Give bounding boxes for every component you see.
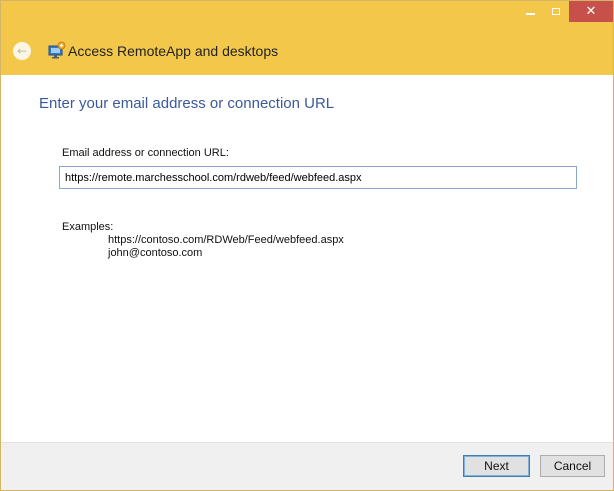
back-arrow-icon: ← <box>16 44 28 58</box>
close-icon: ✕ <box>585 4 597 19</box>
next-button[interactable]: Next <box>463 455 530 477</box>
maximize-icon <box>552 8 560 15</box>
title-bar[interactable]: ✕ <box>1 1 613 30</box>
back-button[interactable]: ← <box>13 42 31 60</box>
minimize-button[interactable] <box>517 1 543 22</box>
example-email: john@contoso.com <box>108 247 203 259</box>
connection-url-input[interactable] <box>59 166 577 189</box>
dialog-footer: Next Cancel <box>1 442 613 490</box>
example-url: https://contoso.com/RDWeb/Feed/webfeed.a… <box>108 234 344 246</box>
remoteapp-icon <box>48 41 66 59</box>
maximize-button[interactable] <box>543 1 569 22</box>
content-pane: Enter your email address or connection U… <box>1 75 613 442</box>
remoteapp-window: ✕ ← Access RemoteApp and desktops Enter … <box>0 0 614 491</box>
app-title: Access RemoteApp and desktops <box>68 43 279 59</box>
cancel-button[interactable]: Cancel <box>540 455 605 477</box>
examples-label: Examples: <box>62 221 114 233</box>
minimize-icon <box>525 13 535 15</box>
page-heading: Enter your email address or connection U… <box>39 95 335 112</box>
close-button[interactable]: ✕ <box>569 1 613 22</box>
navigation-bar: ← Access RemoteApp and desktops <box>1 30 613 75</box>
url-field-label: Email address or connection URL: <box>62 147 229 159</box>
